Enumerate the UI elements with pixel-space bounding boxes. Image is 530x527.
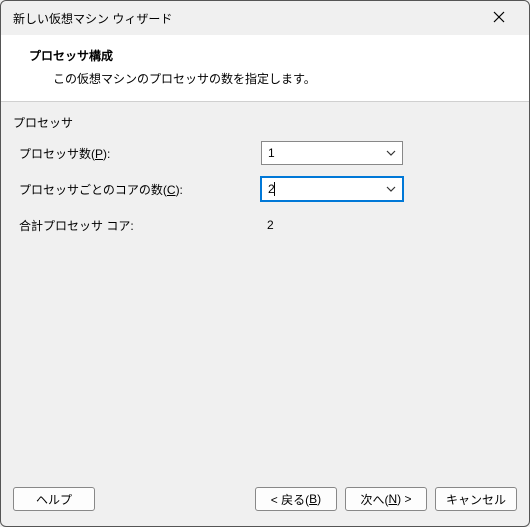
cancel-button[interactable]: キャンセル <box>435 487 517 511</box>
footer: ヘルプ < 戻る(B) 次へ(N) > キャンセル <box>1 482 529 526</box>
chevron-down-icon <box>384 184 398 194</box>
content-area: プロセッサ プロセッサ数(P): 1 プロセッサごとのコアの数(C): 2 <box>1 102 529 482</box>
group-label-processors: プロセッサ <box>13 114 517 131</box>
total-value: 2 <box>261 218 274 232</box>
back-button[interactable]: < 戻る(B) <box>255 487 337 511</box>
label-cores: プロセッサごとのコアの数(C): <box>13 181 261 198</box>
text-caret <box>274 182 275 196</box>
cores-combo[interactable]: 2 <box>261 177 403 201</box>
cores-value: 2 <box>268 182 384 196</box>
label-total: 合計プロセッサ コア: <box>13 217 261 234</box>
label-processors: プロセッサ数(P): <box>13 145 261 162</box>
window-title: 新しい仮想マシン ウィザード <box>13 10 479 27</box>
chevron-down-icon <box>384 148 398 158</box>
row-total: 合計プロセッサ コア: 2 <box>13 211 517 239</box>
close-button[interactable] <box>479 4 519 32</box>
page-subheading: この仮想マシンのプロセッサの数を指定します。 <box>53 70 511 87</box>
processors-combo[interactable]: 1 <box>261 141 403 165</box>
wizard-header: プロセッサ構成 この仮想マシンのプロセッサの数を指定します。 <box>1 35 529 102</box>
next-button[interactable]: 次へ(N) > <box>345 487 427 511</box>
processors-value: 1 <box>268 146 384 160</box>
row-cores: プロセッサごとのコアの数(C): 2 <box>13 175 517 203</box>
page-heading: プロセッサ構成 <box>29 47 511 64</box>
titlebar: 新しい仮想マシン ウィザード <box>1 1 529 35</box>
wizard-window: 新しい仮想マシン ウィザード プロセッサ構成 この仮想マシンのプロセッサの数を指… <box>0 0 530 527</box>
row-processors: プロセッサ数(P): 1 <box>13 139 517 167</box>
close-icon <box>493 11 505 26</box>
help-button[interactable]: ヘルプ <box>13 487 95 511</box>
